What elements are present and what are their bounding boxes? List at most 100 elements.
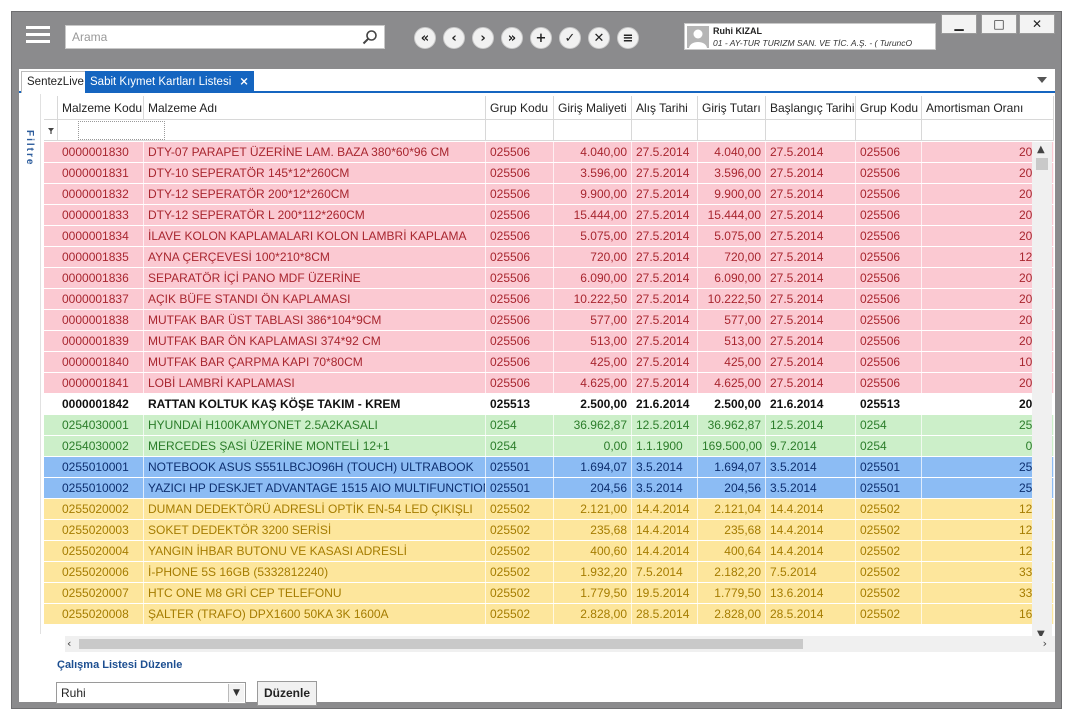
table-row[interactable]: 0000001839 MUTFAK BAR ÖN KAPLAMASI 374*92… — [44, 331, 1054, 352]
table-row[interactable]: 0254030002 MERCEDES ŞASİ ÜZERİNE MONTELİ … — [44, 436, 1054, 457]
table-row[interactable]: 0000001837 AÇIK BÜFE STANDI ÖN KAPLAMASI 0… — [44, 289, 1054, 310]
table-row[interactable]: 0255010001 NOTEBOOK ASUS S551LBCJO96H (TO… — [44, 457, 1054, 478]
cell-giris-tutari: 2.121,04 — [698, 499, 766, 520]
horizontal-scroll-thumb[interactable] — [79, 639, 803, 649]
cell-baslangic-tarihi: 13.6.2014 — [766, 583, 856, 604]
table-row[interactable]: 0000001840 MUTFAK BAR ÇARPMA KAPI 70*80CM… — [44, 352, 1054, 373]
vertical-scroll-thumb[interactable] — [1036, 158, 1048, 170]
filter-funnel-icon[interactable] — [44, 120, 58, 141]
table-row[interactable]: 0255010002 YAZICI HP DESKJET ADVANTAGE 15… — [44, 478, 1054, 499]
table-row[interactable]: 0000001835 AYNA ÇERÇEVESİ 100*210*8CM 0255… — [44, 247, 1054, 268]
close-window-button[interactable]: ✕ — [1019, 14, 1055, 34]
cell-giris-maliyeti: 577,00 — [554, 310, 632, 331]
cell-alis-tarihi: 3.5.2014 — [632, 457, 698, 478]
table-row[interactable]: 0000001838 MUTFAK BAR ÜST TABLASI 386*104… — [44, 310, 1054, 331]
tab-fixed-asset-list[interactable]: Sabit Kıymet Kartları Listesi × — [85, 71, 254, 93]
column-header-malzeme-kodu[interactable]: Malzeme Kodu — [58, 96, 144, 120]
table-row[interactable]: 0254030001 HYUNDAİ H100KAMYONET 2.5A2KASA… — [44, 415, 1054, 436]
user-panel[interactable]: Ruhi KIZAL 01 - AY-TUR TURIZM SAN. VE Tİ… — [684, 23, 936, 50]
search-input[interactable] — [66, 26, 356, 48]
horizontal-scrollbar[interactable]: ‹ › — [65, 636, 1055, 652]
add-record-button[interactable]: + — [530, 27, 552, 49]
cell-malzeme-kodu: 0000001842 — [58, 394, 144, 415]
maximize-button[interactable]: □ — [981, 14, 1017, 34]
cell-giris-maliyeti: 4.040,00 — [554, 142, 632, 163]
tab-close-icon[interactable]: × — [239, 74, 249, 88]
save-record-button[interactable]: ✓ — [559, 27, 581, 49]
table-row[interactable]: 0000001830 DTY-07 PARAPET ÜZERİNE LAM. BA… — [44, 142, 1054, 163]
filter-cell-baslangic-tarihi[interactable] — [766, 120, 856, 141]
table-row[interactable]: 0000001831 DTY-10 SEPERATÖR 145*12*260CM 0… — [44, 163, 1054, 184]
column-header-alis-tarihi[interactable]: Alış Tarihi — [632, 96, 698, 120]
previous-record-button[interactable]: ‹ — [443, 27, 465, 49]
cell-malzeme-kodu: 0255020007 — [58, 583, 144, 604]
cell-giris-maliyeti: 204,56 — [554, 478, 632, 499]
filter-cell-amortisman-orani[interactable] — [922, 120, 1054, 141]
table-row[interactable]: 0255020003 SOKET DEDEKTÖR 3200 SERİSİ 0255… — [44, 520, 1054, 541]
minimize-button[interactable]: ▁ — [941, 14, 977, 34]
column-header-grup-kodu[interactable]: Grup Kodu — [486, 96, 554, 120]
cell-grup-kodu-2: 025501 — [856, 457, 922, 478]
column-header-malzeme-adi[interactable]: Malzeme Adı — [144, 96, 486, 120]
data-grid: Malzeme Kodu Malzeme Adı Grup Kodu Giriş Ma… — [44, 96, 1054, 644]
table-row[interactable]: 0255020007 HTC ONE M8 GRİ CEP TELEFONU 025… — [44, 583, 1054, 604]
cell-alis-tarihi: 3.5.2014 — [632, 478, 698, 499]
table-row[interactable]: 0255020006 İ-PHONE 5S 16GB (5332812240) 02… — [44, 562, 1054, 583]
list-menu-button[interactable]: ≡ — [617, 27, 639, 49]
table-row[interactable]: 0000001841 LOBİ LAMBRİ KAPLAMASI 025506 4.6… — [44, 373, 1054, 394]
filter-cell-giris-tutari[interactable] — [698, 120, 766, 141]
cell-malzeme-adi: DUMAN DEDEKTÖRÜ ADRESLİ OPTİK EN-54 LED … — [144, 499, 486, 520]
filter-cell-malzeme-adi[interactable] — [144, 120, 486, 141]
edit-button[interactable]: Düzenle — [257, 681, 317, 706]
cell-giris-maliyeti: 1.779,50 — [554, 583, 632, 604]
cell-grup-kodu: 025513 — [486, 394, 554, 415]
cell-baslangic-tarihi: 3.5.2014 — [766, 478, 856, 499]
cell-alis-tarihi: 14.4.2014 — [632, 541, 698, 562]
cell-alis-tarihi: 27.5.2014 — [632, 142, 698, 163]
column-header-grup-kodu-2[interactable]: Grup Kodu — [856, 96, 922, 120]
scroll-right-icon[interactable]: › — [1043, 636, 1047, 652]
tab-sentezlive[interactable]: SentezLive — [21, 71, 90, 93]
cell-malzeme-adi: MUTFAK BAR ÜST TABLASI 386*104*9CM — [144, 310, 486, 331]
cell-malzeme-kodu: 0000001834 — [58, 226, 144, 247]
cell-grup-kodu-2: 025502 — [856, 583, 922, 604]
column-header-baslangic-tarihi[interactable]: Başlangıç Tarihi — [766, 96, 856, 120]
filter-cell-giris-maliyeti[interactable] — [554, 120, 632, 141]
search-icon[interactable] — [362, 29, 378, 45]
hamburger-menu-icon[interactable] — [26, 26, 50, 48]
table-row[interactable]: 0000001833 DTY-12 SEPERATÖR L 200*112*260… — [44, 205, 1054, 226]
filter-cell-grup-kodu[interactable] — [486, 120, 554, 141]
scroll-left-icon[interactable]: ‹ — [67, 636, 71, 652]
chevron-down-icon[interactable]: ▼ — [228, 684, 244, 702]
cell-baslangic-tarihi: 27.5.2014 — [766, 331, 856, 352]
table-row[interactable]: 0255020008 ŞALTER (TRAFO) DPX1600 50KA 3K… — [44, 604, 1054, 625]
table-row[interactable]: 0000001836 SEPARATÖR İÇİ PANO MDF ÜZERİNE… — [44, 268, 1054, 289]
column-header-amortisman-orani[interactable]: Amortisman Oranı — [922, 96, 1054, 120]
filter-cell-alis-tarihi[interactable] — [632, 120, 698, 141]
filter-panel-toggle[interactable]: Filtre — [21, 94, 41, 634]
tab-dropdown-icon[interactable] — [1037, 77, 1047, 83]
cell-malzeme-adi: AÇIK BÜFE STANDI ÖN KAPLAMASI — [144, 289, 486, 310]
edit-worklist-link[interactable]: Çalışma Listesi Düzenle — [57, 659, 182, 671]
cell-giris-maliyeti: 15.444,00 — [554, 205, 632, 226]
cell-giris-tutari: 204,56 — [698, 478, 766, 499]
worklist-select[interactable]: Ruhi ▼ — [56, 682, 246, 704]
column-header-giris-maliyeti[interactable]: Giriş Maliyeti — [554, 96, 632, 120]
user-avatar-icon — [687, 26, 709, 48]
scroll-up-icon[interactable]: ▲ — [1037, 144, 1045, 155]
table-row[interactable]: 0000001842 RATTAN KOLTUK KAŞ KÖŞE TAKIM -… — [44, 394, 1054, 415]
cell-grup-kodu: 025506 — [486, 289, 554, 310]
vertical-scrollbar[interactable]: ▲ ▼ — [1032, 142, 1052, 642]
table-row[interactable]: 0255020002 DUMAN DEDEKTÖRÜ ADRESLİ OPTİK … — [44, 499, 1054, 520]
cancel-record-button[interactable]: ✕ — [588, 27, 610, 49]
table-row[interactable]: 0000001834 İLAVE KOLON KAPLAMALARI KOLON … — [44, 226, 1054, 247]
last-record-button[interactable]: » — [501, 27, 523, 49]
cell-giris-maliyeti: 1.694,07 — [554, 457, 632, 478]
table-row[interactable]: 0255020004 YANGIN İHBAR BUTONU VE KASASI … — [44, 541, 1054, 562]
first-record-button[interactable]: « — [414, 27, 436, 49]
next-record-button[interactable]: › — [472, 27, 494, 49]
table-row[interactable]: 0000001832 DTY-12 SEPERATÖR 200*12*260CM 0… — [44, 184, 1054, 205]
column-header-giris-tutari[interactable]: Giriş Tutarı — [698, 96, 766, 120]
filter-cell-grup-kodu-2[interactable] — [856, 120, 922, 141]
cell-grup-kodu: 025502 — [486, 520, 554, 541]
